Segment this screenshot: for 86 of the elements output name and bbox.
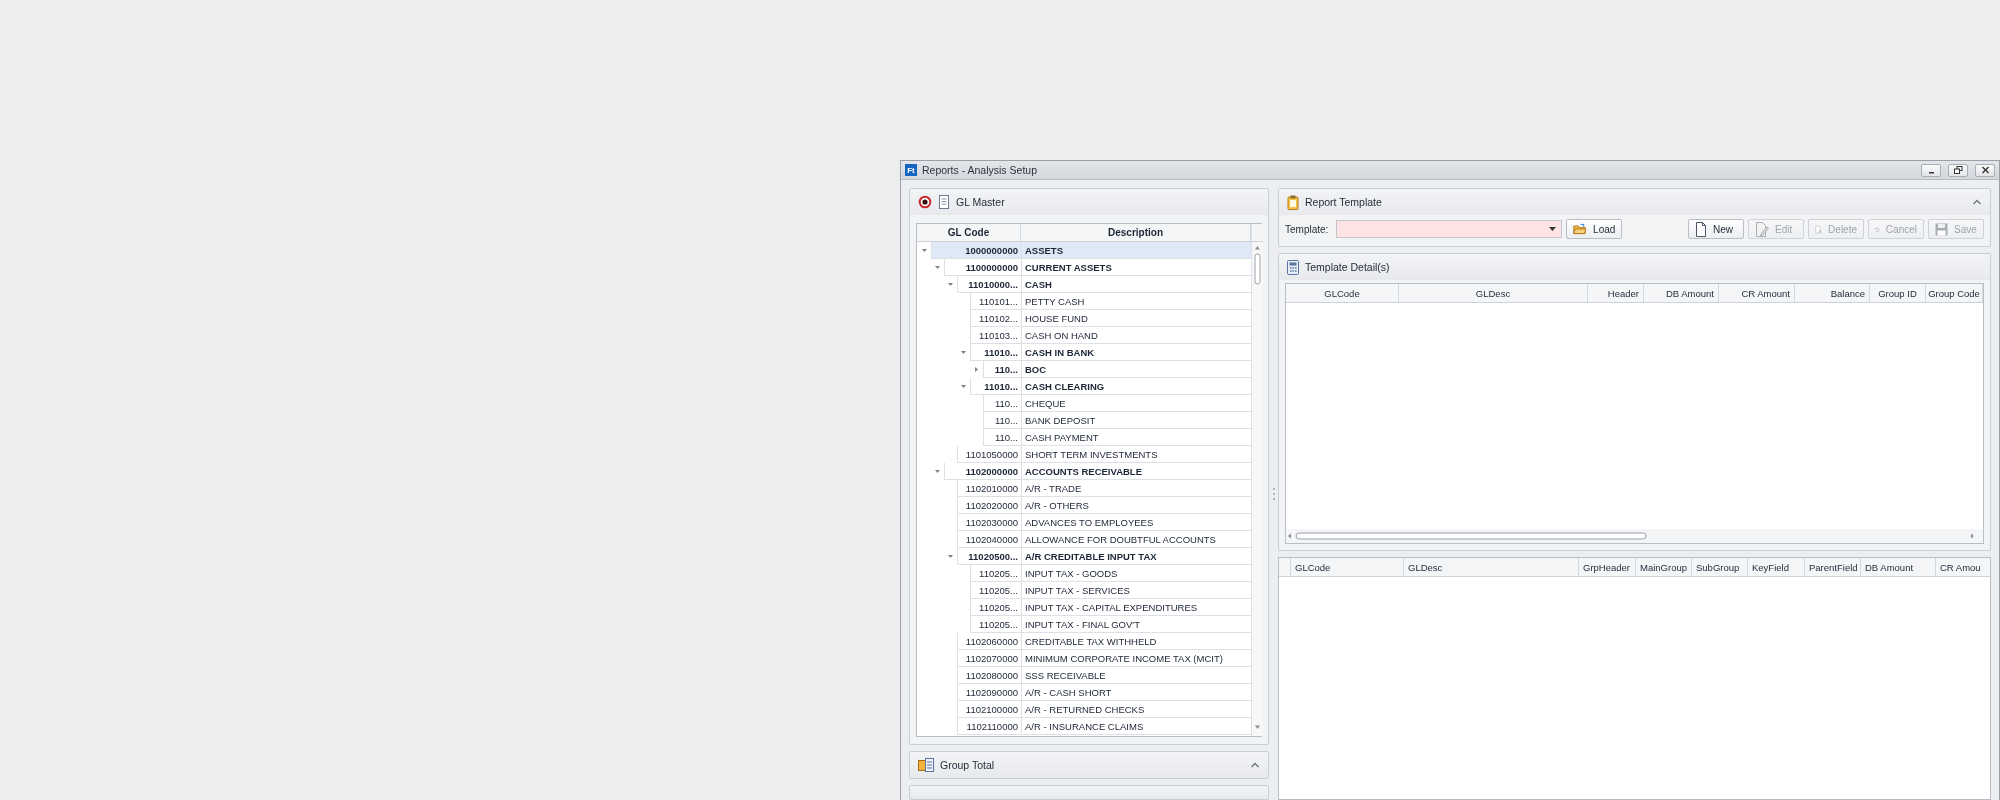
tree-row[interactable]: 110205... INPUT TAX - CAPITAL EXPENDITURES bbox=[970, 599, 1251, 616]
minimize-button[interactable] bbox=[1921, 163, 1941, 177]
target-icon[interactable] bbox=[918, 195, 932, 209]
ledger-icon bbox=[918, 758, 934, 772]
splitter-grip-icon[interactable] bbox=[1272, 488, 1275, 500]
folder-icon bbox=[1573, 222, 1588, 236]
page-pencil-icon bbox=[1755, 221, 1769, 237]
column-header[interactable]: GLDesc bbox=[1399, 284, 1588, 302]
window-title: Reports - Analysis Setup bbox=[922, 164, 1037, 176]
page-icon bbox=[1695, 221, 1707, 237]
tree-row[interactable]: 1101050000 SHORT TERM INVESTMENTS bbox=[957, 446, 1251, 463]
caret-icon[interactable] bbox=[974, 367, 979, 372]
new-button[interactable]: New bbox=[1688, 219, 1744, 239]
app-logo: Ft bbox=[905, 164, 917, 176]
panel-title: GL Master bbox=[956, 196, 1005, 208]
panel-title: Group Total bbox=[940, 759, 995, 771]
tree-row[interactable]: 110205... INPUT TAX - FINAL GOV'T bbox=[970, 616, 1251, 633]
collapse-icon[interactable] bbox=[1972, 198, 1982, 206]
tree-row[interactable]: 1102090000 A/R - CASH SHORT bbox=[957, 684, 1251, 701]
tree-row[interactable]: 1102000000 ACCOUNTS RECEIVABLE bbox=[944, 463, 1251, 480]
column-header[interactable]: KeyField bbox=[1748, 558, 1805, 576]
collapse-icon[interactable] bbox=[1250, 761, 1260, 769]
column-header[interactable]: CR Amount bbox=[1719, 284, 1795, 302]
load-button[interactable]: Load bbox=[1566, 219, 1623, 239]
tree-row[interactable]: 1102040000 ALLOWANCE FOR DOUBTFUL ACCOUNTS bbox=[957, 531, 1251, 548]
clipboard-icon bbox=[1287, 194, 1299, 210]
tree-row[interactable]: 110101... PETTY CASH bbox=[970, 293, 1251, 310]
calculator-icon bbox=[1287, 259, 1299, 275]
caret-icon[interactable] bbox=[961, 350, 966, 355]
tree-row[interactable]: 1000000000 ASSETS bbox=[931, 242, 1251, 259]
column-header[interactable]: GL Code bbox=[917, 224, 1021, 241]
column-header[interactable]: CR Amou bbox=[1936, 558, 1990, 576]
panel-title: Template Detail(s) bbox=[1305, 261, 1390, 273]
column-header[interactable]: DB Amount bbox=[1644, 284, 1719, 302]
tree-row[interactable]: 1102070000 MINIMUM CORPORATE INCOME TAX (MCIT) bbox=[957, 650, 1251, 667]
dropdown-arrow-icon[interactable] bbox=[1549, 227, 1557, 231]
column-header[interactable]: Group Code bbox=[1926, 284, 1983, 302]
tree-row[interactable]: 110... CHEQUE bbox=[983, 395, 1251, 412]
column-header[interactable]: GLDesc bbox=[1404, 558, 1579, 576]
tree-row[interactable]: 110102... HOUSE FUND bbox=[970, 310, 1251, 327]
horizontal-scrollbar[interactable] bbox=[1286, 529, 1983, 543]
caret-icon[interactable] bbox=[922, 248, 927, 253]
column-header[interactable]: SubGroup bbox=[1692, 558, 1748, 576]
tree-row[interactable]: 110... CASH PAYMENT bbox=[983, 429, 1251, 446]
tree-row[interactable]: 11010000... CASH bbox=[957, 276, 1251, 293]
caret-icon[interactable] bbox=[935, 469, 940, 474]
caret-icon[interactable] bbox=[948, 282, 953, 287]
tree-row[interactable]: 110... BOC bbox=[983, 361, 1251, 378]
close-icon bbox=[1980, 166, 1990, 174]
close-button[interactable] bbox=[1975, 163, 1995, 177]
table-cell: A/R - INSURANCE CLAIMS bbox=[1021, 718, 1251, 735]
column-header[interactable]: GrpHeader bbox=[1579, 558, 1636, 576]
tree-row[interactable]: 110... BANK DEPOSIT bbox=[983, 412, 1251, 429]
column-header[interactable]: Header bbox=[1588, 284, 1644, 302]
column-header[interactable]: Group ID bbox=[1870, 284, 1926, 302]
tree-row[interactable]: 1102010000 A/R - TRADE bbox=[957, 480, 1251, 497]
column-header[interactable]: MainGroup bbox=[1636, 558, 1692, 576]
tree-row[interactable]: 110103... CASH ON HAND bbox=[970, 327, 1251, 344]
tree-row[interactable]: 1102100000 A/R - RETURNED CHECKS bbox=[957, 701, 1251, 718]
tree-row[interactable]: 110205... INPUT TAX - SERVICES bbox=[970, 582, 1251, 599]
column-header[interactable]: GLCode bbox=[1286, 284, 1399, 302]
field-label: Template: bbox=[1285, 223, 1329, 235]
column-header[interactable]: ParentField bbox=[1805, 558, 1861, 576]
tree-row[interactable]: 1100000000 CURRENT ASSETS bbox=[944, 259, 1251, 276]
tree-row[interactable]: 11020500... A/R CREDITABLE INPUT TAX bbox=[957, 548, 1251, 565]
floppy-icon bbox=[1935, 222, 1948, 236]
column-header[interactable]: Balance bbox=[1795, 284, 1870, 302]
tree-row[interactable]: 1102060000 CREDITABLE TAX WITHHELD bbox=[957, 633, 1251, 650]
caret-icon[interactable] bbox=[935, 265, 940, 270]
panel-title: Report Template bbox=[1305, 196, 1382, 208]
caret-icon[interactable] bbox=[948, 554, 953, 559]
tree-row[interactable]: 1102030000 ADVANCES TO EMPLOYEES bbox=[957, 514, 1251, 531]
tree-row[interactable]: 1102110000 A/R - INSURANCE CLAIMS bbox=[957, 718, 1251, 735]
table-cell: 1102110000 bbox=[957, 718, 1021, 735]
tree-row[interactable]: 110205... INPUT TAX - GOODS bbox=[970, 565, 1251, 582]
tree-row[interactable]: 1102080000 SSS RECEIVABLE bbox=[957, 667, 1251, 684]
column-header[interactable]: GLCode bbox=[1291, 558, 1404, 576]
column-header[interactable]: DB Amount bbox=[1861, 558, 1936, 576]
tree-row[interactable]: 11010... CASH CLEARING bbox=[970, 378, 1251, 395]
caret-icon[interactable] bbox=[961, 384, 966, 389]
tree-row[interactable]: 1102020000 A/R - OTHERS bbox=[957, 497, 1251, 514]
restore-icon bbox=[1953, 166, 1963, 174]
restore-button[interactable] bbox=[1948, 163, 1968, 177]
document-icon bbox=[938, 195, 950, 209]
tree-row[interactable]: 11010... CASH IN BANK bbox=[970, 344, 1251, 361]
column-header[interactable]: Description bbox=[1021, 224, 1251, 241]
